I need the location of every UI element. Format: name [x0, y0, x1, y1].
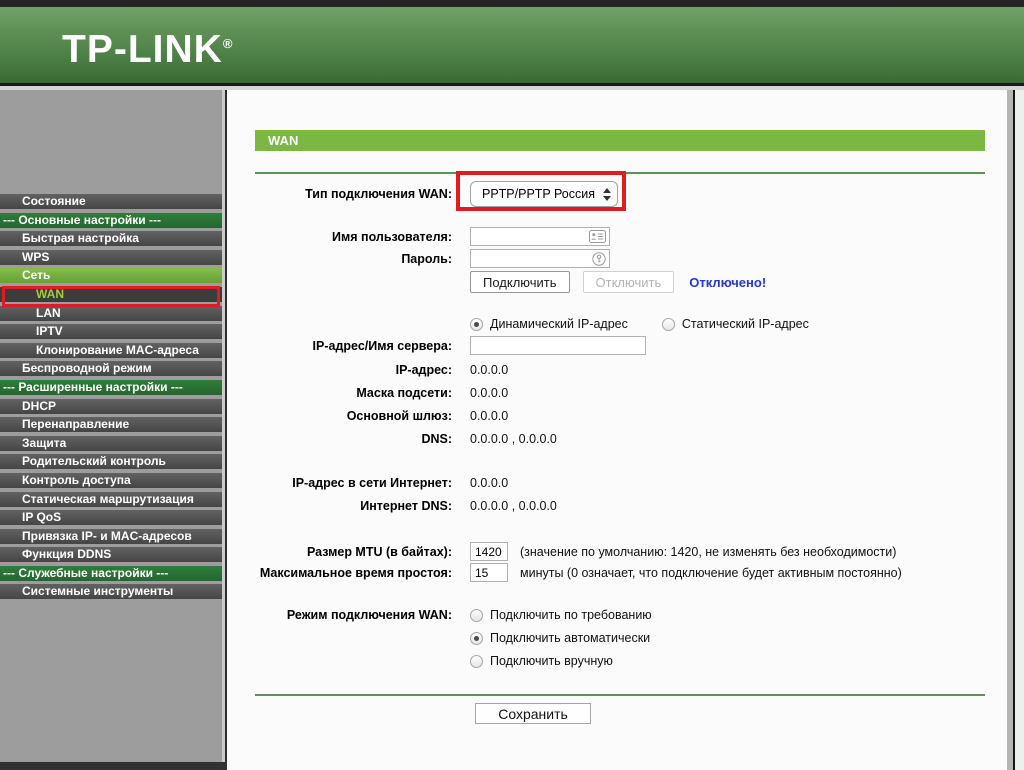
sidebar-section-advanced-settings[interactable]: --- Расширенные настройки ---: [0, 379, 222, 395]
mask-value: 0.0.0.0: [470, 386, 509, 400]
sidebar-item-wireless[interactable]: Беспроводной режим: [0, 361, 222, 377]
save-divider: [255, 694, 985, 696]
ip-row: IP-адрес: 0.0.0.0: [227, 362, 1007, 378]
mtu-row: Размер MTU (в байтах): (значение по умол…: [227, 542, 1007, 561]
idle-time-input[interactable]: [470, 563, 508, 582]
idle-time-label: Максимальное время простоя:: [259, 565, 452, 580]
sidebar-item-lan[interactable]: LAN: [0, 305, 222, 321]
contact-autofill-icon[interactable]: [589, 230, 606, 248]
wan-type-selected-value: PPTP/PPTP Россия: [482, 187, 596, 201]
registered-mark: ®: [222, 36, 234, 51]
idle-time-note: минуты (0 означает, что подключение буде…: [520, 565, 902, 580]
wan-type-select[interactable]: PPTP/PPTP Россия: [470, 181, 618, 207]
sidebar-item-network[interactable]: Сеть: [0, 268, 222, 284]
sidebar-item-static-routing[interactable]: Статическая маршрутизация: [0, 491, 222, 507]
wan-type-label: Тип подключения WAN:: [305, 187, 452, 201]
dns-row: DNS: 0.0.0.0 , 0.0.0.0: [227, 431, 1007, 447]
internet-dns-label: Интернет DNS:: [360, 499, 452, 513]
internet-ip-value: 0.0.0.0: [470, 476, 509, 490]
password-row: Пароль:: [227, 249, 1007, 268]
top-dark-strip: [0, 0, 1024, 7]
server-label: IP-адрес/Имя сервера:: [312, 338, 452, 353]
sidebar-section-basic-settings[interactable]: --- Основные настройки ---: [0, 212, 222, 228]
sidebar-item-security[interactable]: Защита: [0, 435, 222, 451]
dns-value: 0.0.0.0 , 0.0.0.0: [470, 432, 557, 446]
mtu-label: Размер MTU (в байтах):: [306, 544, 452, 559]
static-ip-label: Статический IP-адрес: [681, 317, 809, 331]
sidebar-item-wps[interactable]: WPS: [0, 249, 222, 265]
username-label: Имя пользователя:: [332, 229, 452, 244]
sidebar-item-access-control[interactable]: Контроль доступа: [0, 472, 222, 488]
sidebar-item-ip-qos[interactable]: IP QoS: [0, 510, 222, 526]
gateway-row: Основной шлюз: 0.0.0.0: [227, 408, 1007, 424]
sidebar-item-system-tools[interactable]: Системные инструменты: [0, 584, 222, 600]
static-ip-radio[interactable]: [661, 317, 675, 331]
sidebar-menu: Состояние --- Основные настройки --- Быс…: [0, 194, 222, 603]
sidebar-item-iptv[interactable]: IPTV: [0, 324, 222, 340]
server-row: IP-адрес/Имя сервера:: [227, 336, 1007, 355]
sidebar-item-ddns[interactable]: Функция DDNS: [0, 547, 222, 563]
sidebar-item-parental-control[interactable]: Родительский контроль: [0, 454, 222, 470]
mask-label: Маска подсети:: [356, 386, 452, 400]
wan-mode-row-1: Режим подключения WAN: Подключить по тре…: [227, 607, 1007, 623]
ip-value: 0.0.0.0: [470, 363, 509, 377]
connect-manually-label: Подключить вручную: [490, 654, 613, 668]
router-admin-page: TP-LINK® Состояние --- Основные настройк…: [0, 0, 1024, 770]
sidebar-item-quick-setup[interactable]: Быстрая настройка: [0, 231, 222, 247]
ip-type-row: Динамический IP-адрес Статический IP-адр…: [227, 317, 1007, 331]
wan-mode-row-3: Подключить вручную: [227, 653, 1007, 669]
wan-mode-label: Режим подключения WAN:: [286, 608, 452, 622]
sidebar-item-status[interactable]: Состояние: [0, 194, 222, 209]
mtu-note: (значение по умолчанию: 1420, не изменят…: [520, 544, 897, 559]
save-button[interactable]: Сохранить: [475, 703, 591, 724]
internet-dns-row: Интернет DNS: 0.0.0.0 , 0.0.0.0: [227, 498, 1007, 514]
sidebar: Состояние --- Основные настройки --- Быс…: [0, 90, 222, 762]
sidebar-section-service-settings[interactable]: --- Служебные настройки ---: [0, 565, 222, 581]
sidebar-item-mac-clone[interactable]: Клонирование MAC-адреса: [0, 342, 222, 358]
dynamic-ip-radio[interactable]: [470, 317, 483, 331]
disconnect-button[interactable]: Отключить: [582, 271, 675, 293]
password-label: Пароль:: [401, 251, 452, 266]
sidebar-item-wan[interactable]: WAN: [0, 286, 222, 302]
wan-type-row: Тип подключения WAN: PPTP/PPTP Россия: [227, 181, 1007, 207]
mask-row: Маска подсети: 0.0.0.0: [227, 385, 1007, 401]
header-banner: TP-LINK®: [0, 7, 1024, 83]
mtu-input[interactable]: [470, 542, 508, 561]
dns-label: DNS:: [421, 432, 452, 446]
connect-manually-radio[interactable]: [470, 654, 483, 668]
connect-on-demand-label: Подключить по требованию: [490, 608, 652, 622]
password-key-icon[interactable]: [592, 252, 606, 271]
page-title: WAN: [255, 130, 985, 151]
connect-automatically-radio[interactable]: [470, 631, 483, 645]
main-content: WAN Тип подключения WAN: PPTP/PPTP Росси…: [227, 90, 1007, 770]
password-input[interactable]: [470, 249, 610, 268]
idle-time-row: Максимальное время простоя: минуты (0 оз…: [227, 563, 1007, 582]
scrollbar-track[interactable]: [1015, 90, 1024, 770]
dynamic-ip-label: Динамический IP-адрес: [490, 317, 628, 331]
sidebar-item-forwarding[interactable]: Перенаправление: [0, 417, 222, 433]
internet-ip-label: IP-адрес в сети Интернет:: [292, 476, 452, 490]
connect-button[interactable]: Подключить: [470, 271, 570, 293]
ip-label: IP-адрес:: [395, 363, 452, 377]
internet-ip-row: IP-адрес в сети Интернет: 0.0.0.0: [227, 475, 1007, 491]
connect-on-demand-radio[interactable]: [470, 608, 483, 622]
username-row: Имя пользователя:: [227, 227, 1007, 246]
connection-status: Отключено!: [689, 274, 767, 290]
gateway-label: Основной шлюз:: [346, 409, 452, 423]
server-input[interactable]: [470, 336, 646, 355]
tplink-logo-text: TP-LINK: [62, 28, 223, 71]
tplink-logo: TP-LINK®: [62, 28, 233, 72]
gateway-value: 0.0.0.0: [470, 409, 509, 423]
sidebar-item-dhcp[interactable]: DHCP: [0, 398, 222, 414]
connect-automatically-label: Подключить автоматически: [490, 631, 651, 645]
title-divider: [255, 172, 985, 174]
internet-dns-value: 0.0.0.0 , 0.0.0.0: [470, 499, 557, 513]
wan-mode-row-2: Подключить автоматически: [227, 630, 1007, 646]
connect-buttons-row: Подключить Отключить Отключено!: [227, 271, 1007, 293]
sidebar-bottom-strip: [0, 762, 227, 770]
sidebar-item-ip-mac-binding[interactable]: Привязка IP- и MAC-адресов: [0, 528, 222, 544]
select-stepper-icon: [603, 187, 611, 201]
